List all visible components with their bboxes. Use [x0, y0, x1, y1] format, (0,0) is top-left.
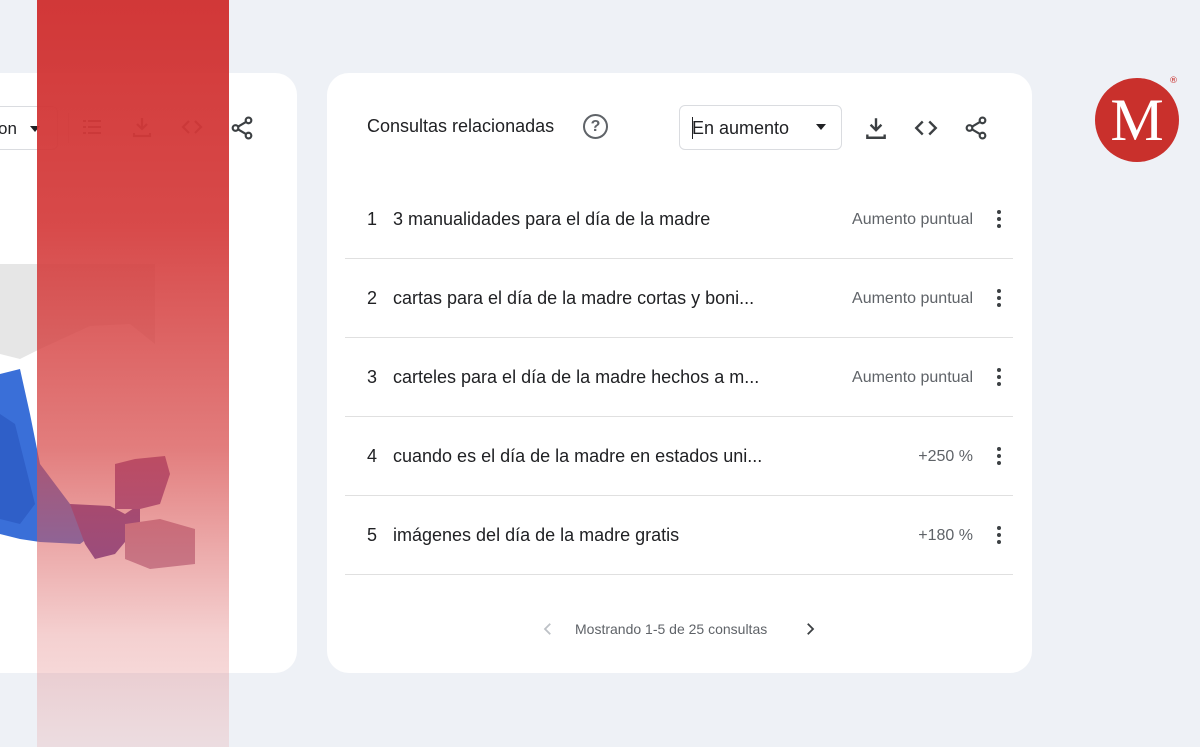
share-icon[interactable] [229, 115, 255, 141]
query-value: Aumento puntual [852, 290, 973, 307]
embed-icon[interactable] [913, 115, 939, 141]
logo-letter: M [1110, 87, 1164, 153]
more-vert-icon[interactable] [991, 365, 1007, 389]
decorative-banner [37, 0, 229, 747]
query-value: +180 % [918, 527, 973, 544]
brand-logo: M ® [1095, 76, 1179, 162]
query-link[interactable]: 3 manualidades para el día de la madre [393, 209, 710, 230]
related-queries-card: Consultas relacionadas ? En aumento 1 3 … [327, 73, 1032, 673]
query-link[interactable]: cartas para el día de la madre cortas y … [393, 288, 754, 309]
more-vert-icon[interactable] [991, 523, 1007, 547]
more-vert-icon[interactable] [991, 286, 1007, 310]
query-link[interactable]: cuando es el día de la madre en estados … [393, 446, 762, 467]
list-item[interactable]: 2 cartas para el día de la madre cortas … [345, 259, 1013, 338]
rank-number: 1 [367, 209, 378, 229]
filter-select-value: En aumento [692, 118, 790, 138]
help-icon[interactable]: ? [583, 114, 608, 139]
rank-number: 5 [367, 525, 378, 545]
queries-list: 1 3 manualidades para el día de la madre… [345, 180, 1013, 575]
query-value: +250 % [918, 448, 973, 465]
query-link[interactable]: imágenes del día de la madre gratis [393, 525, 679, 546]
download-icon[interactable] [863, 115, 889, 141]
card-title: Consultas relacionadas [367, 116, 555, 136]
query-value: Aumento puntual [852, 369, 973, 386]
list-item[interactable]: 5 imágenes del día de la madre gratis +1… [345, 496, 1013, 575]
pagination: Mostrando 1-5 de 25 consultas [327, 618, 1032, 642]
query-link[interactable]: carteles para el día de la madre hechos … [393, 367, 759, 388]
pagination-text: Mostrando 1-5 de 25 consultas [575, 621, 768, 637]
list-item[interactable]: 3 carteles para el día de la madre hecho… [345, 338, 1013, 417]
chevron-left-icon[interactable] [539, 620, 557, 638]
more-vert-icon[interactable] [991, 207, 1007, 231]
rank-number: 3 [367, 367, 378, 387]
chevron-right-icon[interactable] [801, 620, 819, 638]
rank-number: 2 [367, 288, 378, 308]
registered-mark: ® [1169, 76, 1178, 86]
more-vert-icon[interactable] [991, 444, 1007, 468]
region-select-value: on [0, 119, 17, 138]
rank-number: 4 [367, 446, 378, 466]
filter-select[interactable]: En aumento [679, 105, 842, 150]
list-item[interactable]: 4 cuando es el día de la madre en estado… [345, 417, 1013, 496]
share-icon[interactable] [963, 115, 989, 141]
chevron-down-icon [816, 124, 826, 130]
list-item[interactable]: 1 3 manualidades para el día de la madre… [345, 180, 1013, 259]
query-value: Aumento puntual [852, 211, 973, 228]
